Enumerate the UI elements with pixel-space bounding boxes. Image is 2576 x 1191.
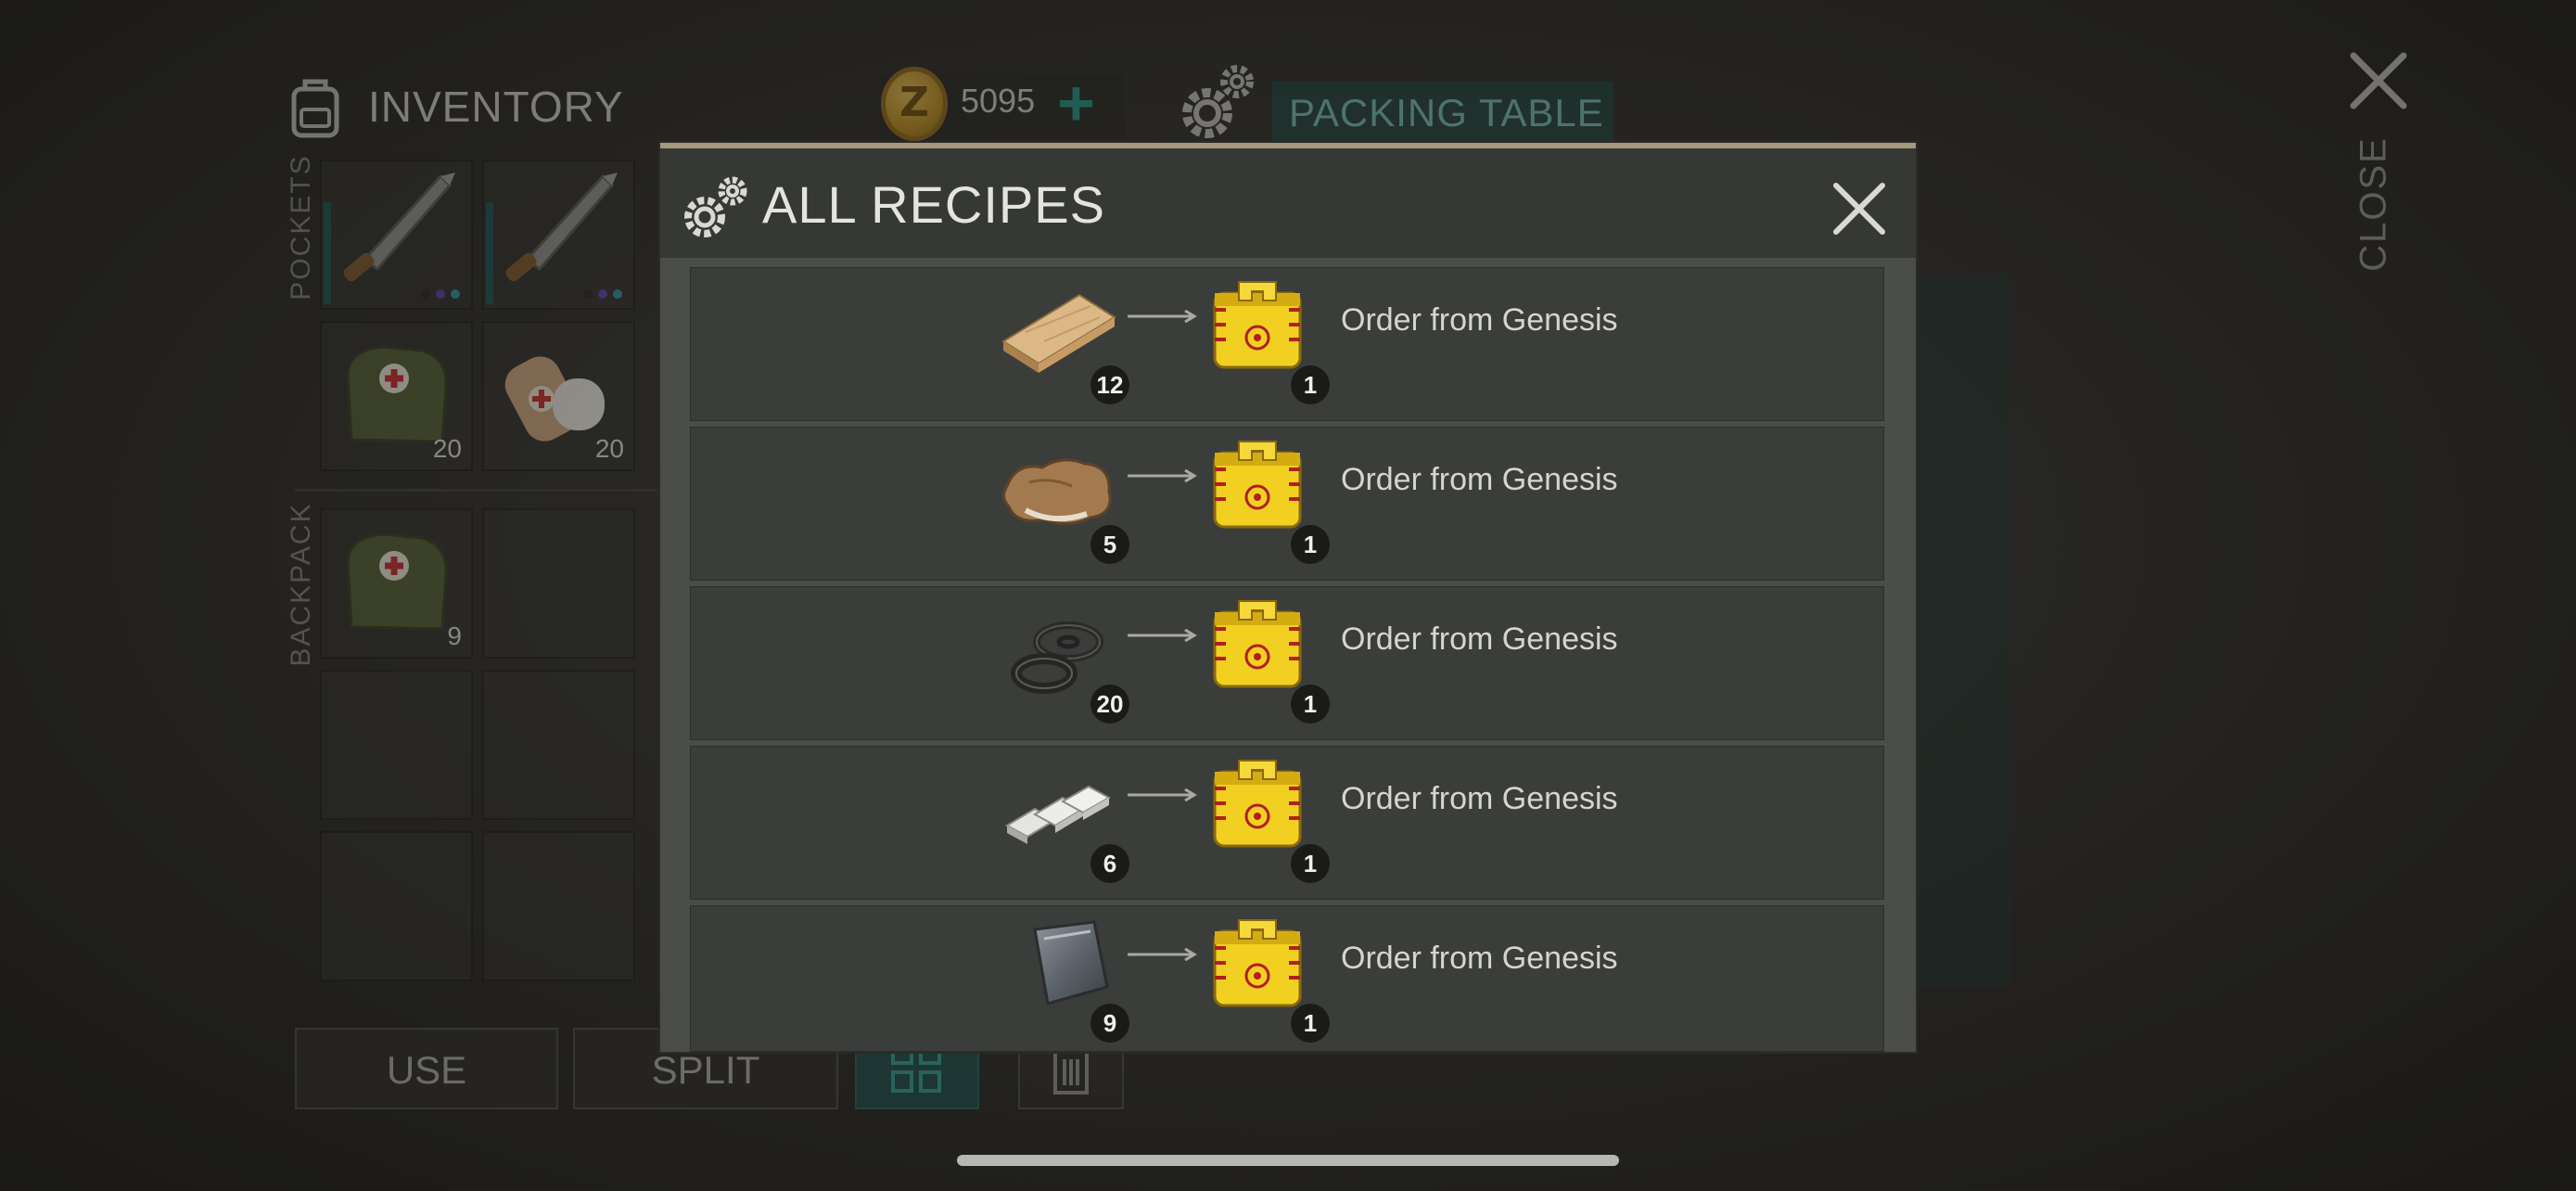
recipe-row[interactable]: 5 1 Order from Genesis (690, 427, 1884, 581)
recipes-modal: ALL RECIPES 12 1 Order from Genesis 5 1 … (660, 143, 1916, 1052)
inventory-slot-empty[interactable] (482, 831, 635, 981)
close-icon[interactable] (2346, 48, 2411, 113)
arrow-right-icon (1128, 469, 1197, 482)
backpack-icon (291, 79, 339, 138)
inventory-slot-empty[interactable] (482, 670, 635, 820)
arrow-right-icon (1128, 629, 1197, 642)
inventory-slot[interactable]: 20 (482, 321, 635, 471)
yellow-crate-icon (1213, 600, 1302, 688)
yellow-crate-icon (1213, 281, 1302, 369)
workbench-title[interactable]: PACKING TABLE (1272, 82, 1613, 145)
recipe-row[interactable]: 20 1 Order from Genesis (690, 586, 1884, 740)
arrow-right-icon (1128, 310, 1197, 323)
gears-icon (684, 176, 747, 237)
inventory-slot[interactable] (320, 160, 473, 310)
item-count: 20 (432, 434, 462, 463)
use-button[interactable]: USE (295, 1028, 558, 1109)
coin-letter: Z (899, 79, 929, 126)
modal-title: ALL RECIPES (762, 175, 1105, 234)
add-currency-button[interactable]: + (1057, 70, 1095, 135)
yellow-crate-icon (1213, 441, 1302, 529)
home-indicator[interactable] (957, 1155, 1619, 1166)
inventory-header: INVENTORY (283, 65, 624, 148)
recipe-name: Order from Genesis (1341, 941, 1618, 976)
result-count: 1 (1291, 365, 1330, 404)
close-label[interactable]: CLOSE (2346, 136, 2402, 272)
machete-icon (505, 173, 618, 282)
backpack-label: BACKPACK (286, 502, 316, 667)
recipe-name: Order from Genesis (1341, 621, 1618, 657)
inventory-slot[interactable] (482, 160, 635, 310)
recipe-row[interactable]: 6 1 Order from Genesis (690, 746, 1884, 900)
arrow-right-icon (1128, 788, 1197, 801)
arrow-right-icon (1128, 948, 1197, 961)
pockets-label: POCKETS (286, 154, 316, 301)
section-divider (295, 489, 657, 492)
modal-header: ALL RECIPES (660, 148, 1916, 258)
yellow-crate-icon (1213, 919, 1302, 1007)
ingredient-count: 9 (1090, 1004, 1129, 1043)
recipe-row[interactable]: 12 1 Order from Genesis (690, 267, 1884, 421)
ingredient-count: 20 (1090, 685, 1129, 724)
inventory-slot[interactable]: 20 (320, 321, 473, 471)
ingredient-count: 5 (1090, 525, 1129, 564)
inventory-slot-empty[interactable] (320, 670, 473, 820)
recipe-name: Order from Genesis (1341, 781, 1618, 816)
item-count: 20 (594, 434, 624, 463)
recipe-list: 12 1 Order from Genesis 5 1 Order from G… (690, 267, 1884, 1057)
coin-icon: Z (881, 67, 948, 141)
result-count: 1 (1291, 844, 1330, 883)
recipe-row[interactable]: 9 1 Order from Genesis (690, 905, 1884, 1052)
recipe-name: Order from Genesis (1341, 302, 1618, 338)
inventory-title: INVENTORY (368, 83, 624, 131)
close-icon[interactable] (1830, 180, 1888, 237)
gears-icon (1182, 65, 1254, 138)
recipe-name: Order from Genesis (1341, 462, 1618, 497)
ingredient-count: 12 (1090, 365, 1129, 404)
inventory-slot[interactable]: 9 (320, 508, 473, 659)
inventory-slot-empty[interactable] (482, 508, 635, 659)
ingredient-count: 6 (1090, 844, 1129, 883)
inventory-slot-empty[interactable] (320, 831, 473, 981)
item-count: 9 (447, 621, 462, 650)
machete-icon (343, 173, 455, 282)
result-count: 1 (1291, 685, 1330, 724)
result-count: 1 (1291, 525, 1330, 564)
yellow-crate-icon (1213, 760, 1302, 848)
result-count: 1 (1291, 1004, 1330, 1043)
currency-amount: 5095 (961, 82, 1036, 120)
